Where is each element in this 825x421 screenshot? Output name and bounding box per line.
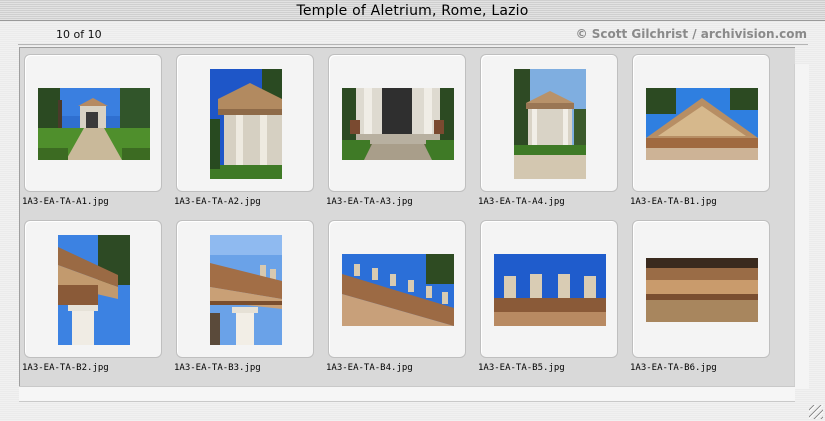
window-title: Temple of Aletrium, Rome, Lazio xyxy=(296,3,529,19)
thumbnail-frame[interactable] xyxy=(328,54,466,192)
thumbnail-grid: 1A3-EA-TA-A1.jpg 1A3-EA-TA-A2.jpg 1A3-EA… xyxy=(19,47,795,386)
thumbnail-filename: 1A3-EA-TA-B2.jpg xyxy=(22,363,109,373)
thumbnail-frame[interactable] xyxy=(24,54,162,192)
thumbnail-frame[interactable] xyxy=(632,220,770,358)
thumbnail-cell[interactable]: 1A3-EA-TA-B5.jpg xyxy=(476,220,618,378)
thumbnail-frame[interactable] xyxy=(176,220,314,358)
thumbnail-frame[interactable] xyxy=(328,220,466,358)
thumbnail-frame[interactable] xyxy=(480,220,618,358)
thumbnail-image[interactable] xyxy=(342,88,454,160)
thumbnail-frame[interactable] xyxy=(24,220,162,358)
thumbnail-cell[interactable]: 1A3-EA-TA-A1.jpg xyxy=(20,54,162,212)
thumbnail-filename: 1A3-EA-TA-A1.jpg xyxy=(22,197,109,207)
copyright-notice: © Scott Gilchrist / archivision.com xyxy=(575,27,807,41)
thumbnail-cell[interactable]: 1A3-EA-TA-B2.jpg xyxy=(20,220,162,378)
thumbnail-frame[interactable] xyxy=(176,54,314,192)
thumbnail-filename: 1A3-EA-TA-A3.jpg xyxy=(326,197,413,207)
thumbnail-image[interactable] xyxy=(210,69,282,179)
thumbnail-filename: 1A3-EA-TA-A4.jpg xyxy=(478,197,565,207)
title-bar[interactable]: Temple of Aletrium, Rome, Lazio xyxy=(0,0,825,21)
thumbnail-image[interactable] xyxy=(210,235,282,345)
thumbnail-image[interactable] xyxy=(342,254,454,326)
thumbnail-filename: 1A3-EA-TA-A2.jpg xyxy=(174,197,261,207)
thumbnail-filename: 1A3-EA-TA-B1.jpg xyxy=(630,197,717,207)
image-counter: 10 of 10 xyxy=(56,28,102,41)
thumbnail-frame[interactable] xyxy=(480,54,618,192)
thumbnail-cell[interactable]: 1A3-EA-TA-B1.jpg xyxy=(628,54,770,212)
thumbnail-cell[interactable]: 1A3-EA-TA-B3.jpg xyxy=(172,220,314,378)
thumbnail-image[interactable] xyxy=(58,235,130,345)
thumbnail-image[interactable] xyxy=(514,69,586,179)
thumbnail-filename: 1A3-EA-TA-B5.jpg xyxy=(478,363,565,373)
thumbnail-frame[interactable] xyxy=(632,54,770,192)
resize-grip-icon[interactable] xyxy=(809,405,823,419)
horizontal-scrollbar[interactable] xyxy=(19,386,795,402)
thumbnail-image[interactable] xyxy=(646,258,758,322)
thumbnail-cell[interactable]: 1A3-EA-TA-A3.jpg xyxy=(324,54,466,212)
thumbnail-cell[interactable]: 1A3-EA-TA-B6.jpg xyxy=(628,220,770,378)
thumbnail-cell[interactable]: 1A3-EA-TA-A4.jpg xyxy=(476,54,618,212)
thumbnail-cell[interactable]: 1A3-EA-TA-A2.jpg xyxy=(172,54,314,212)
thumbnail-cell[interactable]: 1A3-EA-TA-B4.jpg xyxy=(324,220,466,378)
thumbnail-filename: 1A3-EA-TA-B4.jpg xyxy=(326,363,413,373)
vertical-scrollbar[interactable] xyxy=(794,64,809,389)
thumbnail-filename: 1A3-EA-TA-B6.jpg xyxy=(630,363,717,373)
thumbnail-filename: 1A3-EA-TA-B3.jpg xyxy=(174,363,261,373)
thumbnail-image[interactable] xyxy=(646,88,758,160)
thumbnail-image[interactable] xyxy=(494,254,606,326)
thumbnail-image[interactable] xyxy=(38,88,150,160)
divider xyxy=(18,44,808,45)
